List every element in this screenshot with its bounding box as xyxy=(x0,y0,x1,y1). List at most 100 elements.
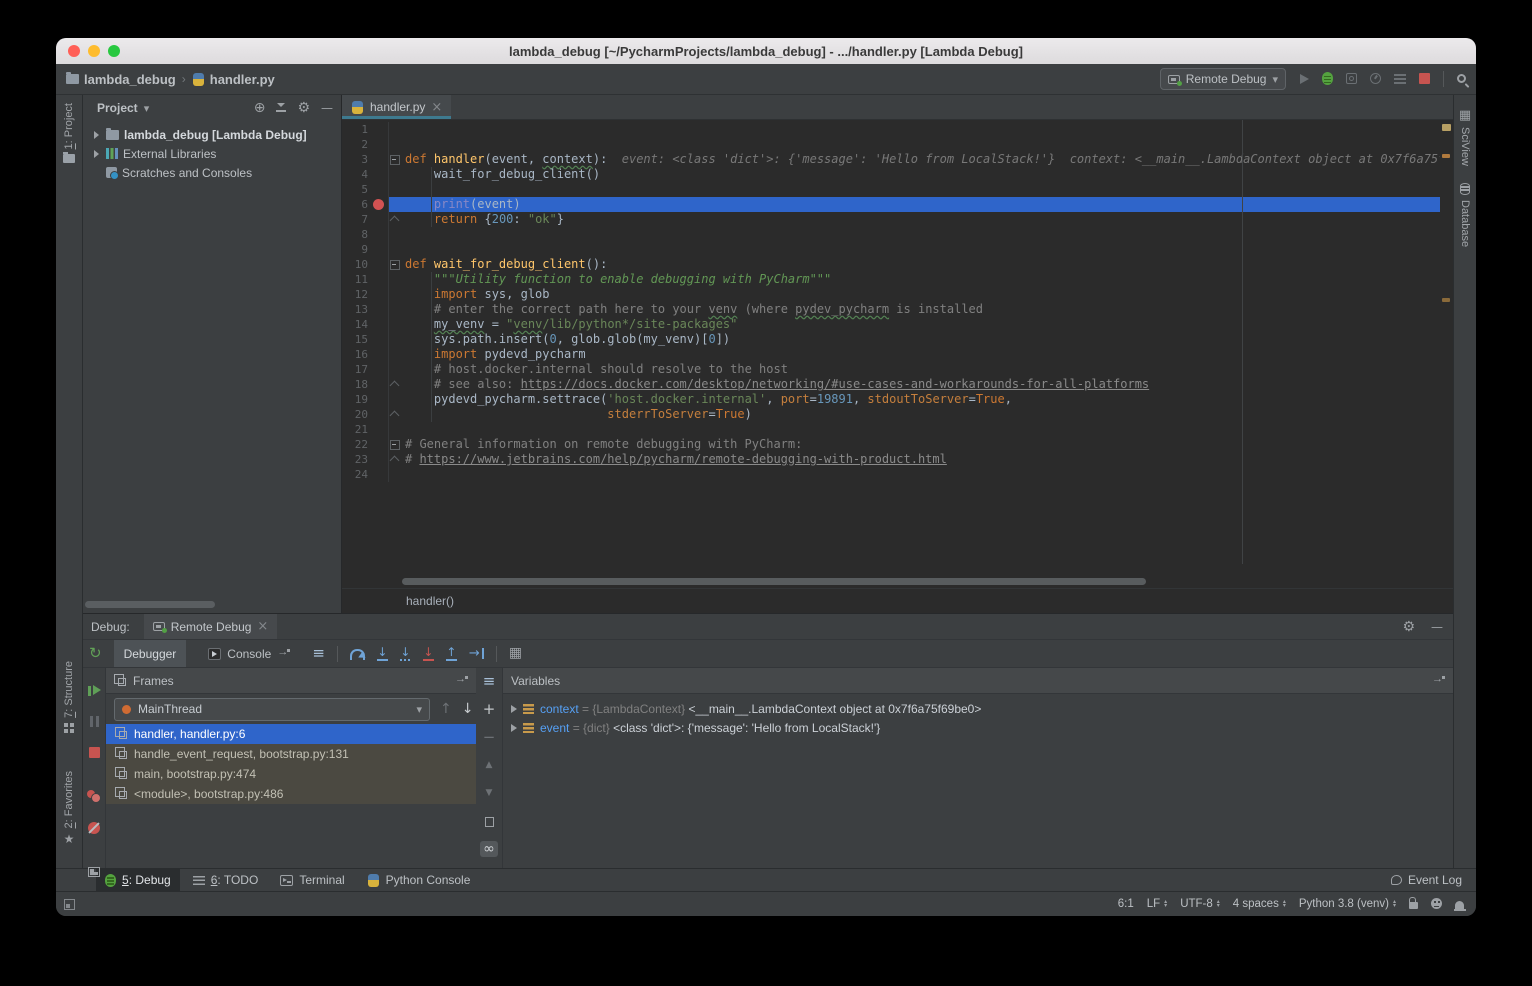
fold-gutter[interactable] xyxy=(389,137,401,152)
fold-gutter[interactable] xyxy=(389,122,401,137)
error-stripe[interactable] xyxy=(1440,120,1453,588)
code-line-23[interactable]: 23# https://www.jetbrains.com/help/pycha… xyxy=(342,452,1440,467)
step-over-button[interactable] xyxy=(350,645,365,663)
fold-gutter[interactable] xyxy=(389,422,401,437)
event-log-button[interactable]: Event Log xyxy=(1391,873,1462,887)
layout-settings-button[interactable]: ≡ xyxy=(312,645,325,663)
fold-gutter[interactable] xyxy=(389,272,401,287)
expand-arrow-icon[interactable] xyxy=(94,150,99,158)
code-line-20[interactable]: 20 stderrToServer=True) xyxy=(342,407,1440,422)
frame-row[interactable]: main, bootstrap.py:474 xyxy=(106,764,476,784)
line-number[interactable]: 18 xyxy=(342,377,370,392)
code-line-12[interactable]: 12 import sys, glob xyxy=(342,287,1440,302)
code-line-10[interactable]: 10def wait_for_debug_client(): xyxy=(342,257,1440,272)
breakpoint-gutter[interactable] xyxy=(370,182,389,197)
debug-view-tab-console[interactable]: Console xyxy=(198,640,300,667)
code-line-22[interactable]: 22# General information on remote debugg… xyxy=(342,437,1440,452)
breakpoint-gutter[interactable] xyxy=(370,137,389,152)
mute-bp-button[interactable] xyxy=(88,819,100,837)
fold-gutter[interactable] xyxy=(389,332,401,347)
code-line-4[interactable]: 4 wait_for_debug_client() xyxy=(342,167,1440,182)
thread-selector[interactable]: MainThread ▾ xyxy=(114,698,430,721)
breakpoint-gutter[interactable] xyxy=(370,437,389,452)
line-number[interactable]: 4 xyxy=(342,167,370,182)
line-number[interactable]: 23 xyxy=(342,452,370,467)
debug-view-tab-debugger[interactable]: Debugger xyxy=(114,640,187,667)
run-to-cursor-button[interactable]: → xyxy=(469,645,484,663)
variable-row-event[interactable]: event = {dict} <class 'dict'>: {'message… xyxy=(503,718,1453,737)
code-line-24[interactable]: 24 xyxy=(342,467,1440,482)
code-line-14[interactable]: 14 my_venv = "venv/lib/python*/site-pack… xyxy=(342,317,1440,332)
line-number[interactable]: 22 xyxy=(342,437,370,452)
settings-menu-button[interactable]: ≡ xyxy=(483,673,496,691)
line-number[interactable]: 21 xyxy=(342,422,370,437)
debug-session-tab[interactable]: Remote Debug × xyxy=(144,614,278,639)
move-panel-icon[interactable] xyxy=(455,676,468,686)
line-number[interactable]: 1 xyxy=(342,122,370,137)
breadcrumb-item[interactable]: lambda_debug xyxy=(66,72,176,87)
minimize-window-button[interactable] xyxy=(88,45,100,57)
line-number[interactable]: 20 xyxy=(342,407,370,422)
breakpoint-gutter[interactable] xyxy=(370,152,389,167)
tool-window-stripe-database[interactable]: Database xyxy=(1454,183,1476,247)
error-stripe-mark[interactable] xyxy=(1442,124,1451,131)
close-icon[interactable]: × xyxy=(431,101,442,114)
fold-gutter[interactable] xyxy=(389,167,401,182)
breakpoint-dot[interactable] xyxy=(373,199,384,210)
fold-collapse-icon[interactable] xyxy=(390,440,400,450)
move-down-button[interactable]: ▼ xyxy=(486,785,493,803)
fold-gutter[interactable] xyxy=(389,467,401,482)
tool-window-button-python-console[interactable]: Python Console xyxy=(358,869,480,891)
frame-row[interactable]: handle_event_request, bootstrap.py:131 xyxy=(106,744,476,764)
code-line-11[interactable]: 11 """Utility function to enable debuggi… xyxy=(342,272,1440,287)
project-tree-item[interactable]: External Libraries xyxy=(83,144,341,163)
tool-window-stripe--favorites[interactable]: 2: Favorites★ xyxy=(56,771,82,845)
breakpoint-gutter[interactable] xyxy=(370,302,389,317)
close-icon[interactable]: × xyxy=(257,620,268,633)
tool-window-button--debug[interactable]: 5: Debug xyxy=(96,869,180,891)
line-number[interactable]: 2 xyxy=(342,137,370,152)
stop-button[interactable] xyxy=(89,744,100,762)
code-line-15[interactable]: 15 sys.path.insert(0, glob.glob(my_venv)… xyxy=(342,332,1440,347)
status-hector-button[interactable] xyxy=(1431,898,1442,910)
expand-arrow-icon[interactable] xyxy=(94,131,99,139)
run-button[interactable] xyxy=(1300,70,1309,88)
locate-icon[interactable]: ⊕ xyxy=(254,101,266,115)
fold-end-icon[interactable] xyxy=(390,216,400,226)
line-number[interactable]: 8 xyxy=(342,227,370,242)
fold-gutter[interactable] xyxy=(389,392,401,407)
close-window-button[interactable] xyxy=(68,45,80,57)
error-stripe-mark[interactable] xyxy=(1442,154,1450,158)
project-tree-item[interactable]: lambda_debug [Lambda Debug] xyxy=(83,125,341,144)
breakpoint-gutter[interactable] xyxy=(370,167,389,182)
stop-button[interactable] xyxy=(1419,70,1430,88)
code-line-8[interactable]: 8 xyxy=(342,227,1440,242)
fold-collapse-icon[interactable] xyxy=(390,260,400,270)
view-bp-button[interactable] xyxy=(87,788,101,806)
status-lock-button[interactable] xyxy=(1409,898,1418,910)
pause-button[interactable] xyxy=(90,713,99,731)
code-line-7[interactable]: 7 return {200: "ok"} xyxy=(342,212,1440,227)
resume-button[interactable] xyxy=(88,682,100,700)
fold-gutter[interactable] xyxy=(389,362,401,377)
editor-breadcrumb[interactable]: handler() xyxy=(342,588,1453,613)
fold-end-icon[interactable] xyxy=(390,381,400,391)
remove-watch-button[interactable]: − xyxy=(483,729,496,747)
hide-icon[interactable]: — xyxy=(321,102,333,114)
status-caret-position[interactable]: 6:1 xyxy=(1118,898,1134,910)
tool-window-button-terminal[interactable]: Terminal xyxy=(271,869,353,891)
breakpoint-gutter[interactable] xyxy=(370,467,389,482)
project-tree-item[interactable]: Scratches and Consoles xyxy=(83,163,341,182)
status-interpreter[interactable]: Python 3.8 (venv)▴▾ xyxy=(1299,898,1396,910)
chevron-down-icon[interactable]: ▾ xyxy=(144,103,150,114)
view-as-table-button[interactable]: ▦ xyxy=(509,645,522,663)
breakpoint-gutter[interactable] xyxy=(370,287,389,302)
breakpoint-gutter[interactable] xyxy=(370,392,389,407)
fold-gutter[interactable] xyxy=(389,212,401,227)
collapse-all-icon[interactable] xyxy=(276,103,286,113)
breakpoint-gutter[interactable] xyxy=(370,317,389,332)
code-line-18[interactable]: 18 # see also: https://docs.docker.com/d… xyxy=(342,377,1440,392)
line-number[interactable]: 5 xyxy=(342,182,370,197)
hide-icon[interactable]: — xyxy=(1431,621,1443,633)
duplicate-watch-button[interactable] xyxy=(485,813,494,831)
